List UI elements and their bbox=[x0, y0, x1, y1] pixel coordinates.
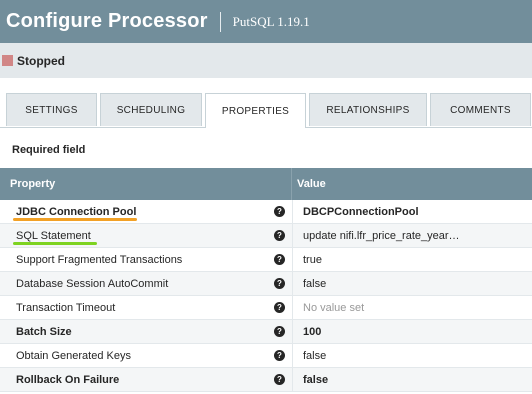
tab-scheduling[interactable]: SCHEDULING bbox=[100, 93, 202, 126]
tab-settings[interactable]: SETTINGS bbox=[6, 93, 97, 126]
property-value[interactable]: No value set bbox=[303, 302, 364, 314]
tab-comments[interactable]: COMMENTS bbox=[430, 93, 531, 126]
help-icon[interactable]: ? bbox=[274, 254, 285, 265]
property-value[interactable]: false bbox=[303, 374, 328, 386]
column-divider bbox=[292, 368, 293, 392]
property-name: Support Fragmented Transactions bbox=[16, 254, 183, 266]
help-icon[interactable]: ? bbox=[274, 230, 285, 241]
tab-relationships[interactable]: RELATIONSHIPS bbox=[309, 93, 427, 126]
property-name: Database Session AutoCommit bbox=[16, 278, 169, 290]
column-divider bbox=[292, 248, 293, 272]
column-header-value[interactable]: Value bbox=[297, 178, 326, 190]
annotation-underline-green bbox=[13, 242, 97, 245]
property-value[interactable]: 100 bbox=[303, 326, 321, 338]
table-header: Property Value bbox=[0, 168, 532, 200]
property-name: Obtain Generated Keys bbox=[16, 350, 131, 362]
table-row[interactable]: Transaction Timeout? No value set bbox=[0, 296, 532, 320]
help-icon[interactable]: ? bbox=[274, 326, 285, 337]
dialog-title: Configure Processor bbox=[6, 10, 208, 32]
status-label: Stopped bbox=[17, 53, 65, 68]
properties-table: Property Value JDBC Connection Pool? DBCP… bbox=[0, 168, 532, 392]
table-row[interactable]: Rollback On Failure? false bbox=[0, 368, 532, 392]
column-divider bbox=[292, 296, 293, 320]
stopped-status-icon bbox=[2, 55, 13, 66]
property-name: Rollback On Failure bbox=[16, 374, 120, 386]
title-separator bbox=[219, 11, 221, 32]
column-divider bbox=[292, 320, 293, 344]
processor-type: PutSQL 1.19.1 bbox=[232, 13, 310, 29]
help-icon[interactable]: ? bbox=[274, 206, 285, 217]
property-name: Batch Size bbox=[16, 326, 72, 338]
table-row[interactable]: Database Session AutoCommit? false bbox=[0, 272, 532, 296]
status-bar: Stopped bbox=[0, 43, 532, 78]
property-name: SQL Statement bbox=[16, 230, 91, 242]
property-value[interactable]: true bbox=[303, 254, 322, 266]
help-icon[interactable]: ? bbox=[274, 278, 285, 289]
help-icon[interactable]: ? bbox=[274, 350, 285, 361]
table-row[interactable]: Obtain Generated Keys? false bbox=[0, 344, 532, 368]
annotation-underline-orange bbox=[13, 218, 137, 221]
help-icon[interactable]: ? bbox=[274, 374, 285, 385]
table-row[interactable]: Support Fragmented Transactions? true bbox=[0, 248, 532, 272]
property-value[interactable]: false bbox=[303, 278, 326, 290]
column-divider bbox=[292, 344, 293, 368]
help-icon[interactable]: ? bbox=[274, 302, 285, 313]
column-header-property[interactable]: Property bbox=[10, 178, 55, 190]
property-name: JDBC Connection Pool bbox=[16, 206, 137, 218]
tab-bar: SETTINGS SCHEDULING PROPERTIES RELATIONS… bbox=[0, 93, 532, 128]
column-divider bbox=[292, 200, 293, 224]
required-field-label: Required field bbox=[12, 144, 86, 156]
column-divider bbox=[292, 224, 293, 248]
column-divider bbox=[292, 272, 293, 296]
property-value[interactable]: update nifi.lfr_price_rate_year… bbox=[303, 230, 460, 242]
property-name: Transaction Timeout bbox=[16, 302, 116, 314]
property-value[interactable]: DBCPConnectionPool bbox=[303, 206, 419, 218]
table-row[interactable]: Batch Size? 100 bbox=[0, 320, 532, 344]
dialog-header: Configure Processor PutSQL 1.19.1 bbox=[0, 0, 532, 43]
property-value[interactable]: false bbox=[303, 350, 326, 362]
header-divider bbox=[291, 168, 292, 200]
tab-properties[interactable]: PROPERTIES bbox=[205, 93, 306, 128]
